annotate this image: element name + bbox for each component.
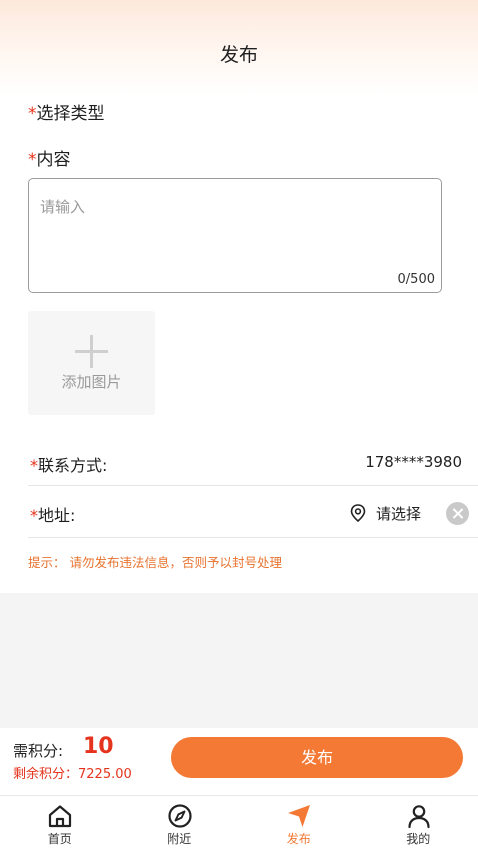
contact-label: 联系方式: bbox=[38, 456, 108, 475]
required-mark: * bbox=[28, 104, 37, 124]
content-label: 内容 bbox=[36, 150, 71, 170]
compass-icon bbox=[167, 804, 192, 828]
content-textarea[interactable]: 请输入 0/500 bbox=[28, 178, 442, 293]
publish-bar: 需积分: 10 剩余积分：7225.00 发布 bbox=[0, 728, 478, 795]
tab-label: 附近 bbox=[167, 832, 192, 846]
home-icon bbox=[48, 805, 72, 828]
warning-tip: 提示： 请勿发布违法信息，否则予以封号处理 bbox=[28, 555, 282, 570]
contact-field-label: *联系方式: bbox=[30, 452, 107, 476]
location-pin-icon bbox=[350, 504, 366, 523]
address-label: 地址: bbox=[38, 506, 76, 525]
required-mark: * bbox=[30, 506, 38, 525]
address-select-button[interactable]: 请选择 bbox=[348, 502, 421, 524]
content-char-counter: 0/500 bbox=[397, 272, 435, 287]
add-image-label: 添加图片 bbox=[61, 373, 122, 391]
plus-icon bbox=[75, 335, 108, 368]
clear-icon[interactable] bbox=[446, 502, 469, 525]
tab-label: 我的 bbox=[406, 832, 431, 846]
required-mark: * bbox=[28, 150, 37, 170]
tab-mine[interactable]: 我的 bbox=[359, 796, 478, 850]
tab-publish[interactable]: 发布 bbox=[239, 796, 359, 850]
divider bbox=[28, 537, 478, 538]
type-selector[interactable]: *选择类型 bbox=[28, 99, 105, 124]
remaining-points: 剩余积分：7225.00 bbox=[13, 767, 132, 782]
divider bbox=[28, 485, 478, 486]
tab-label: 首页 bbox=[47, 832, 72, 846]
required-mark: * bbox=[30, 456, 38, 475]
tab-nearby[interactable]: 附近 bbox=[120, 796, 240, 850]
address-field-label: *地址: bbox=[30, 502, 75, 526]
add-image-button[interactable]: 添加图片 bbox=[28, 311, 155, 415]
content-placeholder: 请输入 bbox=[40, 198, 86, 216]
page-title: 发布 bbox=[219, 44, 258, 66]
points-required-label: 需积分: bbox=[13, 742, 64, 760]
send-icon bbox=[288, 805, 310, 827]
bottom-tab-bar: 首页 附近 发布 我的 bbox=[0, 795, 478, 850]
contact-value[interactable]: 178****3980 bbox=[365, 453, 462, 471]
address-select-label: 请选择 bbox=[376, 504, 422, 523]
tab-home[interactable]: 首页 bbox=[0, 796, 120, 850]
user-icon bbox=[407, 805, 430, 829]
points-required-value: 10 bbox=[83, 734, 114, 759]
type-label: 选择类型 bbox=[36, 104, 105, 124]
tab-label: 发布 bbox=[286, 832, 311, 846]
publish-button[interactable]: 发布 bbox=[171, 737, 463, 778]
content-field-label: *内容 bbox=[28, 145, 71, 170]
